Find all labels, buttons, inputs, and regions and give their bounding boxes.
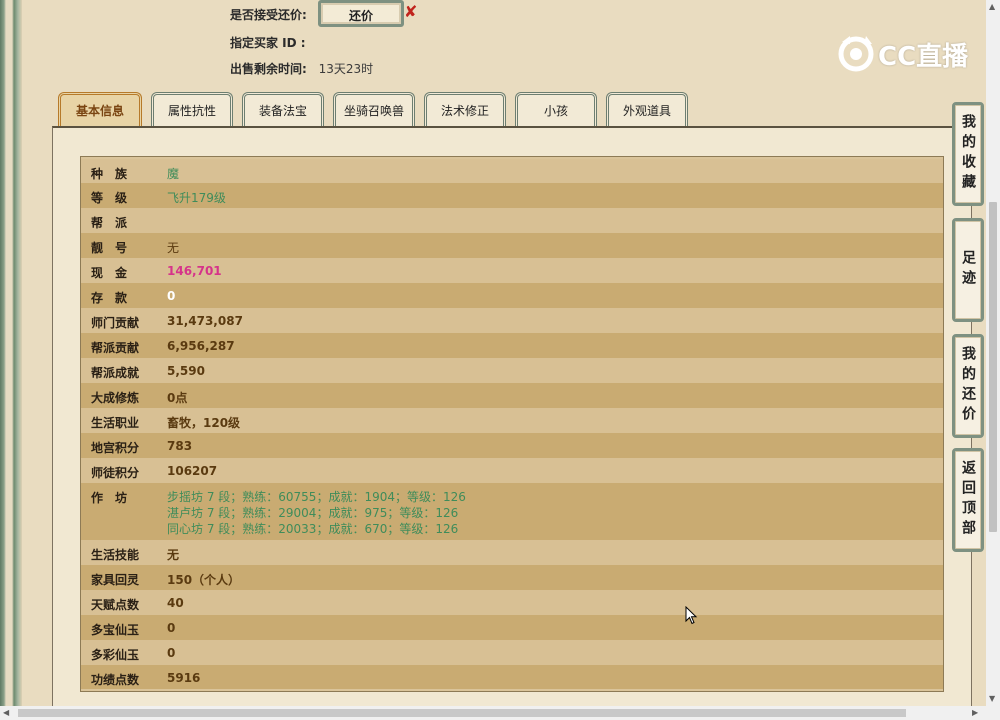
row-value: 40 bbox=[167, 596, 184, 610]
buyer-id-row: 指定买家 ID : bbox=[230, 34, 306, 51]
row-value: 0点 bbox=[167, 391, 188, 405]
row-label: 大成修炼 bbox=[91, 391, 140, 405]
row-label: 等 级 bbox=[91, 191, 128, 205]
table-row: 生活职业 畜牧，120级 bbox=[81, 408, 943, 433]
table-row: 功绩点数 5916 bbox=[81, 665, 943, 689]
row-label: 生活职业 bbox=[91, 416, 140, 430]
row-value: 无 bbox=[167, 241, 180, 255]
row-value: 畜牧，120级 bbox=[167, 416, 241, 430]
tab-appearance[interactable]: 外观道具 bbox=[606, 92, 688, 126]
table-row: 靓 号 无 bbox=[81, 233, 943, 258]
horizontal-scroll-thumb[interactable] bbox=[18, 709, 906, 717]
row-value: 783 bbox=[167, 439, 193, 453]
row-label: 多彩仙玉 bbox=[91, 648, 140, 662]
tab-attributes[interactable]: 属性抗性 bbox=[151, 92, 233, 126]
row-value: 0 bbox=[167, 646, 176, 660]
row-label: 种 族 bbox=[91, 167, 128, 181]
footprints-button[interactable]: 足迹 bbox=[952, 218, 984, 322]
row-value: 150（个人） bbox=[167, 573, 241, 587]
my-favorites-button[interactable]: 我的收藏 bbox=[952, 102, 984, 206]
counter-offer-button[interactable]: 还价 bbox=[318, 0, 404, 27]
workshop-line: 湛卢坊 7 段；熟练：29004；成就：975；等级：126 bbox=[167, 506, 459, 520]
row-value: 5,590 bbox=[167, 364, 205, 378]
table-row: 天赋点数 40 bbox=[81, 590, 943, 615]
tab-mounts[interactable]: 坐骑召唤兽 bbox=[333, 92, 415, 126]
remaining-time-row: 出售剩余时间: 13天23时 bbox=[230, 60, 373, 77]
row-label: 帮 派 bbox=[91, 216, 128, 230]
close-icon[interactable]: ✘ bbox=[404, 2, 417, 21]
row-value: 146,701 bbox=[167, 264, 222, 278]
row-value: 5916 bbox=[167, 671, 201, 685]
tab-basic-info[interactable]: 基本信息 bbox=[58, 92, 142, 126]
remaining-time-value: 13天23时 bbox=[318, 62, 374, 76]
tab-spell-mods[interactable]: 法术修正 bbox=[424, 92, 506, 126]
basic-info-table: 种 族 魔 等 级 飞升179级 帮 派 靓 号 无 现 金 146,701 存… bbox=[80, 156, 944, 692]
my-offers-button[interactable]: 我的还价 bbox=[952, 334, 984, 438]
cc-logo-icon bbox=[838, 36, 874, 72]
table-row: 帮派贡献 6,956,287 bbox=[81, 333, 943, 358]
row-value: 31,473,087 bbox=[167, 314, 243, 328]
row-label: 功绩点数 bbox=[91, 673, 140, 687]
row-value: 106207 bbox=[167, 464, 218, 478]
table-row: 大成修炼 0点 bbox=[81, 383, 943, 408]
table-row: 师门贡献 31,473,087 bbox=[81, 308, 943, 333]
tab-child[interactable]: 小孩 bbox=[515, 92, 597, 126]
row-value: 魔 bbox=[167, 167, 180, 181]
workshop-line: 步摇坊 7 段；熟练：60755；成就：1904；等级：126 bbox=[167, 490, 466, 504]
table-row: 多彩仙玉 0 bbox=[81, 640, 943, 665]
scroll-up-icon[interactable]: ▲ bbox=[989, 2, 995, 11]
tab-equipment[interactable]: 装备法宝 bbox=[242, 92, 324, 126]
scroll-right-icon[interactable]: ▶ bbox=[972, 708, 978, 717]
row-label: 存 款 bbox=[91, 291, 128, 305]
table-row: 多宝仙玉 0 bbox=[81, 615, 943, 640]
cc-live-logo: CC直播 bbox=[836, 34, 971, 72]
row-label: 地宫积分 bbox=[91, 441, 140, 455]
table-row: 帮 派 bbox=[81, 208, 943, 233]
accept-offer-row: 是否接受还价: bbox=[230, 6, 307, 23]
back-to-top-button[interactable]: 返回顶部 bbox=[952, 448, 984, 552]
table-row: 种 族 魔 bbox=[81, 159, 943, 183]
mouse-cursor-icon bbox=[685, 606, 698, 625]
table-row: 存 款 0 bbox=[81, 283, 943, 308]
table-row: 师徒积分 106207 bbox=[81, 458, 943, 483]
vertical-scroll-thumb[interactable] bbox=[989, 202, 997, 532]
row-value: 0 bbox=[167, 289, 176, 303]
logo-text: CC直播 bbox=[878, 42, 969, 72]
row-label: 师门贡献 bbox=[91, 316, 140, 330]
row-label: 天赋点数 bbox=[91, 598, 140, 612]
table-row: 等 级 飞升179级 bbox=[81, 183, 943, 208]
table-row: 家具回灵 150（个人） bbox=[81, 565, 943, 590]
workshop-line: 同心坊 7 段；熟练：20033；成就：670；等级：126 bbox=[167, 522, 459, 536]
row-value: 6,956,287 bbox=[167, 339, 235, 353]
row-label: 现 金 bbox=[91, 266, 128, 280]
table-row: 地宫积分 783 bbox=[81, 433, 943, 458]
row-label: 师徒积分 bbox=[91, 466, 140, 480]
row-label: 多宝仙玉 bbox=[91, 623, 140, 637]
row-value: 无 bbox=[167, 548, 180, 562]
row-label: 帮派成就 bbox=[91, 366, 140, 380]
table-row: 现 金 146,701 bbox=[81, 258, 943, 283]
row-label: 家具回灵 bbox=[91, 573, 140, 587]
accept-offer-label: 是否接受还价: bbox=[230, 8, 307, 22]
left-decor-border bbox=[0, 0, 22, 708]
row-label: 帮派贡献 bbox=[91, 341, 140, 355]
table-row: 帮派成就 5,590 bbox=[81, 358, 943, 383]
scroll-left-icon[interactable]: ◀ bbox=[3, 708, 9, 717]
row-value: 飞升179级 bbox=[167, 191, 226, 205]
row-value: 0 bbox=[167, 621, 176, 635]
row-label: 靓 号 bbox=[91, 241, 128, 255]
row-label: 生活技能 bbox=[91, 548, 140, 562]
table-row: 作 坊 步摇坊 7 段；熟练：60755；成就：1904；等级：126 湛卢坊 … bbox=[81, 483, 943, 540]
scroll-down-icon[interactable]: ▼ bbox=[989, 694, 995, 703]
buyer-id-label: 指定买家 ID : bbox=[230, 36, 306, 50]
table-row: 生活技能 无 bbox=[81, 540, 943, 565]
remaining-time-label: 出售剩余时间: bbox=[230, 62, 307, 76]
row-label: 作 坊 bbox=[91, 491, 128, 505]
